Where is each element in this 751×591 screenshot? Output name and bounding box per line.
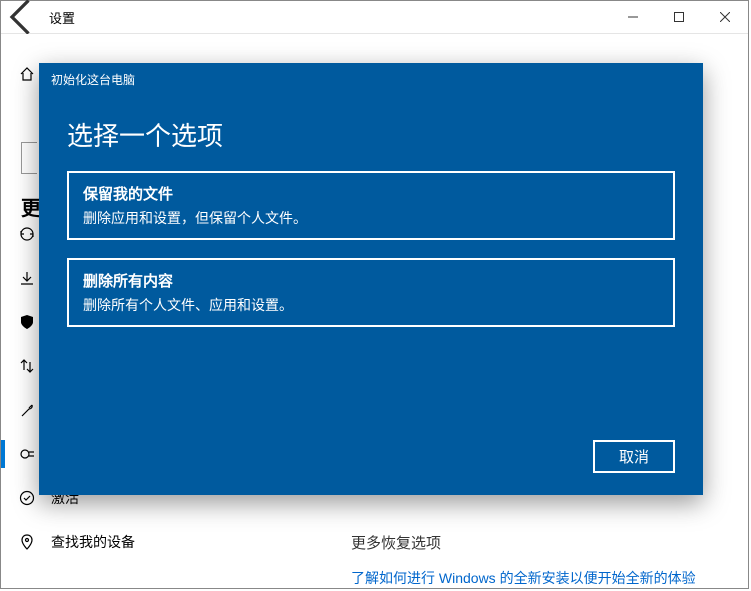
window-controls — [610, 1, 748, 33]
close-button[interactable] — [702, 1, 748, 33]
fresh-install-link[interactable]: 了解如何进行 Windows 的全新安装以便开始全新的体验 — [351, 568, 696, 588]
back-button[interactable] — [1, 1, 45, 33]
minimize-button[interactable] — [610, 1, 656, 33]
option-desc: 删除应用和设置，但保留个人文件。 — [83, 208, 659, 228]
option-desc: 删除所有个人文件、应用和设置。 — [83, 295, 659, 315]
option-remove-everything[interactable]: 删除所有内容 删除所有个人文件、应用和设置。 — [67, 258, 675, 327]
option-keep-files[interactable]: 保留我的文件 删除应用和设置，但保留个人文件。 — [67, 171, 675, 240]
maximize-icon — [674, 12, 684, 22]
location-icon — [19, 534, 35, 550]
sidebar-item-label: 查找我的设备 — [51, 532, 135, 552]
option-title: 删除所有内容 — [83, 270, 659, 291]
dialog-footer: 取消 — [593, 440, 675, 473]
dialog-options: 保留我的文件 删除应用和设置，但保留个人文件。 删除所有内容 删除所有个人文件、… — [39, 171, 703, 327]
check-circle-icon — [19, 490, 35, 506]
dialog-title: 初始化这台电脑 — [39, 63, 703, 88]
titlebar: 设置 — [1, 1, 748, 33]
shield-icon — [19, 314, 35, 330]
close-icon — [720, 12, 730, 22]
section-heading-partial: 更 — [21, 192, 41, 221]
minimize-icon — [628, 12, 638, 22]
recovery-icon — [19, 446, 35, 462]
search-input[interactable] — [21, 142, 37, 174]
sync-icon — [19, 226, 35, 242]
sidebar-item-findmydevice[interactable]: 查找我的设备 — [1, 520, 341, 564]
reset-pc-dialog: 初始化这台电脑 选择一个选项 保留我的文件 删除应用和设置，但保留个人文件。 删… — [39, 63, 703, 495]
download-icon — [19, 270, 35, 286]
settings-window: 设置 更 — [0, 0, 749, 589]
home-icon — [19, 66, 35, 82]
maximize-button[interactable] — [656, 1, 702, 33]
more-recovery-heading: 更多恢复选项 — [351, 532, 441, 553]
updown-icon — [19, 358, 35, 374]
wrench-icon — [19, 402, 35, 418]
option-title: 保留我的文件 — [83, 183, 659, 204]
dialog-heading: 选择一个选项 — [39, 88, 703, 171]
cancel-button[interactable]: 取消 — [593, 440, 675, 473]
window-title: 设置 — [49, 8, 75, 27]
